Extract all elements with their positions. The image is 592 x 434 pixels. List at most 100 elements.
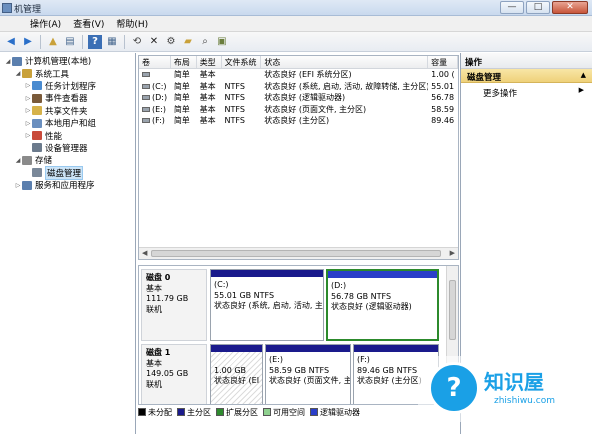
tree-node-label: 设备管理器 xyxy=(45,143,88,154)
partition-e[interactable]: (E:) 58.59 GB NTFS 状态良好 (页面文件, 主 xyxy=(265,344,351,404)
minimize-button[interactable]: — xyxy=(500,1,524,14)
filesystem-cell: NTFS xyxy=(224,93,245,103)
tree-node-label: 共享文件夹 xyxy=(45,106,88,117)
shared-folder-icon xyxy=(32,106,42,116)
volume-row[interactable]: (E:) 简单 基本 NTFS 状态良好 (页面文件, 主分区) 58.59 xyxy=(139,104,458,116)
disk-size: 111.79 GB xyxy=(146,294,189,303)
tree-node[interactable]: ◢ 存储 xyxy=(0,154,135,166)
menu-help[interactable]: 帮助(H) xyxy=(116,17,148,30)
partition-status: 状态良好 (系统, 启动, 活动, 主 xyxy=(214,301,323,310)
tree-node-label: 磁盘管理 xyxy=(45,165,84,180)
collapse-arrow-icon[interactable]: ◢ xyxy=(14,157,22,164)
column-header-type[interactable]: 类型 xyxy=(197,56,222,68)
actions-header: 操作 xyxy=(461,53,592,69)
horizontal-scrollbar[interactable]: ◀ ▶ xyxy=(139,247,458,259)
partition-c[interactable]: (C:) 55.01 GB NTFS 状态良好 (系统, 启动, 活动, 主 xyxy=(210,269,324,341)
window-controls: — □ ✕ xyxy=(500,1,588,14)
collapse-icon[interactable]: ▲ xyxy=(581,71,586,79)
expand-arrow-icon[interactable]: ▷ xyxy=(24,132,32,139)
tree-node[interactable]: ▷ 任务计划程序 xyxy=(0,80,135,92)
partition-size: 55.01 GB NTFS xyxy=(214,290,275,300)
search-icon[interactable]: ⌕ xyxy=(198,35,212,49)
partition-size: 58.59 GB NTFS xyxy=(269,365,330,375)
disk-info[interactable]: 磁盘 1 基本 149.05 GB 联机 xyxy=(141,344,207,404)
volume-icon xyxy=(142,106,150,112)
partition-bar xyxy=(211,270,323,277)
disk-properties-icon[interactable]: ▣ xyxy=(215,35,229,49)
more-actions-item[interactable]: 更多操作 ▶ xyxy=(461,83,592,99)
watermark-sub: zhishiwu.com xyxy=(494,396,555,406)
partition-bar xyxy=(328,271,437,278)
partition-d[interactable]: (D:) 56.78 GB NTFS 状态良好 (逻辑驱动器) xyxy=(326,269,439,341)
scroll-right-icon[interactable]: ▶ xyxy=(450,249,455,257)
volume-label: (F:) xyxy=(152,116,165,126)
menu-view[interactable]: 查看(V) xyxy=(73,17,104,30)
partition-size: 1.00 GB xyxy=(214,365,247,375)
expand-arrow-icon[interactable]: ▷ xyxy=(24,107,32,114)
legend-label: 逻辑驱动器 xyxy=(320,407,360,417)
properties-icon[interactable]: ▦ xyxy=(105,35,119,49)
toolbar-separator xyxy=(40,34,41,49)
menu-action[interactable]: 操作(A) xyxy=(30,17,61,30)
tree-node-label: 存储 xyxy=(35,156,53,167)
actions-section-label: 磁盘管理 xyxy=(467,73,502,83)
column-header-layout[interactable]: 布局 xyxy=(171,56,197,68)
scrollbar-thumb[interactable] xyxy=(449,280,456,340)
tree-node[interactable]: 磁盘管理 xyxy=(0,165,135,180)
tree-node[interactable]: 设备管理器 xyxy=(0,142,135,154)
volume-row[interactable]: 简单 基本 状态良好 (EFI 系统分区) 1.00 ( xyxy=(139,69,458,81)
tree-node[interactable]: ▷ 服务和应用程序 xyxy=(0,179,135,191)
volume-row[interactable]: (F:) 简单 基本 NTFS 状态良好 (主分区) 89.46 xyxy=(139,115,458,127)
type-cell: 基本 xyxy=(199,116,216,126)
help-icon[interactable]: ? xyxy=(88,34,102,49)
legend-swatch xyxy=(216,407,224,416)
volume-row[interactable]: (C:) 简单 基本 NTFS 状态良好 (系统, 启动, 活动, 故障转储, 主分区)… xyxy=(139,81,458,93)
up-folder-icon[interactable]: ▲ xyxy=(46,35,60,49)
expand-arrow-icon[interactable]: ▷ xyxy=(24,95,32,102)
tree-node[interactable]: ▷ 共享文件夹 xyxy=(0,105,135,117)
tree-node[interactable]: ▷ 本地用户和组 xyxy=(0,117,135,129)
column-header-filesystem[interactable]: 文件系统 xyxy=(222,56,262,68)
scroll-left-icon[interactable]: ◀ xyxy=(142,249,147,257)
volume-icon xyxy=(142,83,150,89)
capacity-cell: 1.00 ( xyxy=(431,70,455,80)
settings-icon[interactable]: ⚙ xyxy=(164,35,178,49)
collapse-arrow-icon[interactable]: ◢ xyxy=(14,70,22,77)
legend-swatch xyxy=(263,407,271,416)
volume-list: 卷 布局 类型 文件系统 状态 容量 简单 基本 状态良好 (EFI 系统分区) 1.… xyxy=(138,55,459,260)
collapse-arrow-icon[interactable]: ◢ xyxy=(4,58,12,65)
expand-arrow-icon[interactable]: ▷ xyxy=(24,120,32,127)
show-tree-icon[interactable]: ▤ xyxy=(63,35,77,49)
tree-node[interactable]: ◢ 系统工具 xyxy=(0,67,135,80)
rescan-icon[interactable]: ⟲ xyxy=(130,35,144,49)
column-header-capacity[interactable]: 容量 xyxy=(428,56,458,68)
forward-icon[interactable]: ▶ xyxy=(21,35,35,49)
tree-node[interactable]: ▷ 性能 xyxy=(0,129,135,142)
tree-node-label: 任务计划程序 xyxy=(45,81,97,92)
filesystem-cell: NTFS xyxy=(224,81,245,91)
tree-node[interactable]: ▷ 事件查看器 xyxy=(0,92,135,104)
disk-layout-panel: 磁盘 0 基本 111.79 GB 联机 (C:) 55.01 GB NTFS … xyxy=(138,265,459,405)
column-header-volume[interactable]: 卷 xyxy=(139,56,171,68)
tree-node[interactable]: ◢ 计算机管理(本地) xyxy=(0,55,135,67)
disk-info[interactable]: 磁盘 0 基本 111.79 GB 联机 xyxy=(141,269,207,341)
back-icon[interactable]: ◀ xyxy=(4,35,18,49)
type-cell: 基本 xyxy=(199,104,216,114)
capacity-cell: 58.59 xyxy=(431,104,455,114)
partition-size: 56.78 GB NTFS xyxy=(331,291,392,301)
actions-section-disk-management[interactable]: 磁盘管理 ▲ xyxy=(461,69,592,83)
column-header-status[interactable]: 状态 xyxy=(261,56,429,68)
expand-arrow-icon[interactable]: ▷ xyxy=(24,82,32,89)
open-folder-icon[interactable]: ▰ xyxy=(181,35,195,49)
partition-efi[interactable]: 1.00 GB 状态良好 (EI xyxy=(210,344,263,404)
watermark-text: 知识屋 xyxy=(484,370,544,394)
expand-arrow-icon[interactable]: ▷ xyxy=(14,182,22,189)
tools-icon xyxy=(22,69,32,79)
tree-node-label: 计算机管理(本地) xyxy=(25,57,92,68)
partition-bar xyxy=(354,345,438,352)
volume-row[interactable]: (D:) 简单 基本 NTFS 状态良好 (逻辑驱动器) 56.78 xyxy=(139,92,458,104)
maximize-button[interactable]: □ xyxy=(526,1,550,14)
close-button[interactable]: ✕ xyxy=(552,1,588,14)
scrollbar-thumb[interactable] xyxy=(151,250,441,257)
delete-icon[interactable]: ✕ xyxy=(147,35,161,49)
